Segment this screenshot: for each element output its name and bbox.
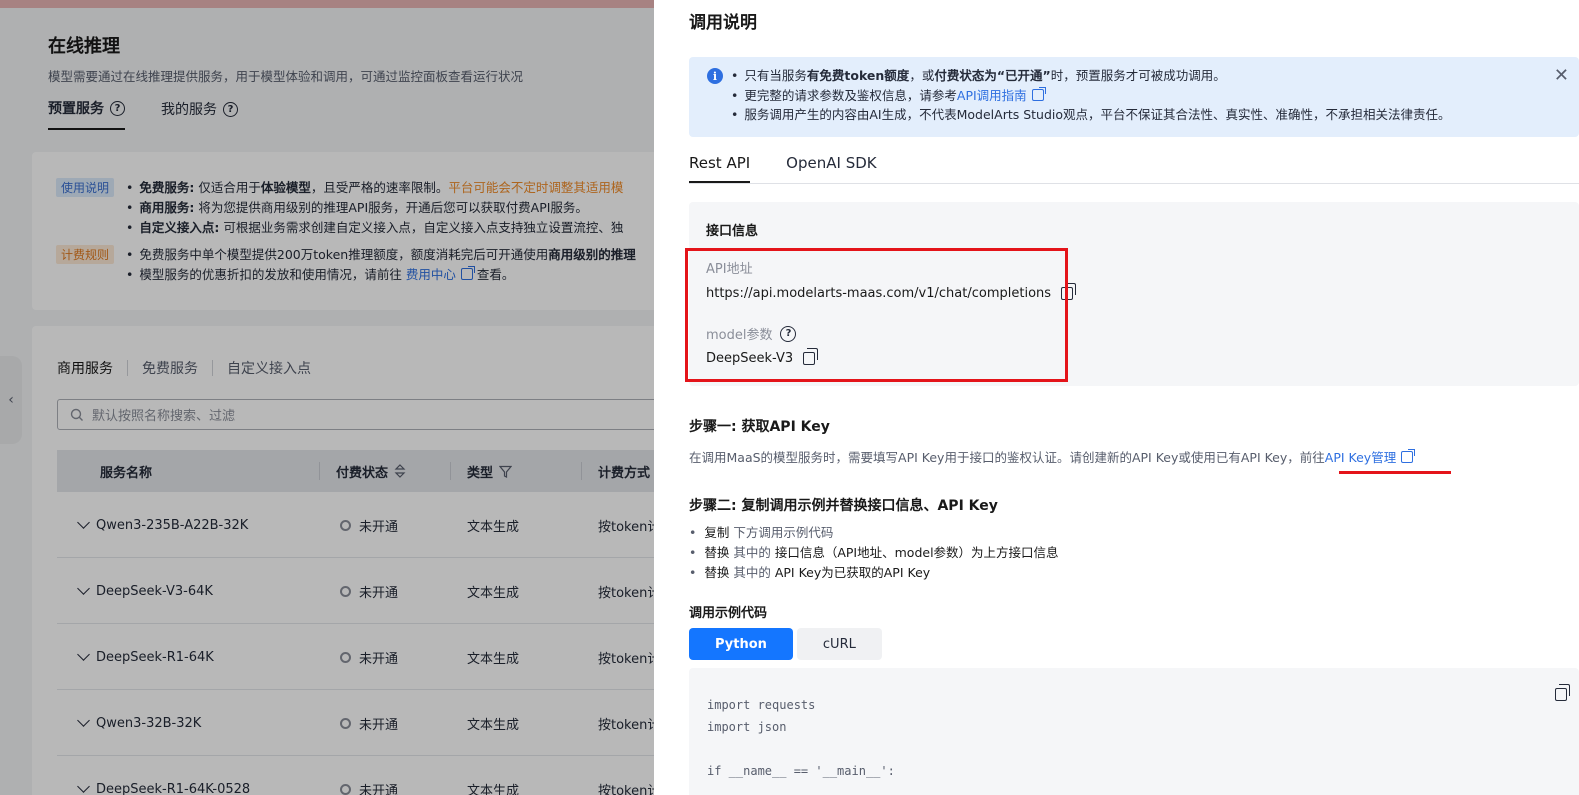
alert-item: 只有当服务有免费token额度，或付费状态为“已开通”时，预置服务才可被成功调用…: [731, 66, 1451, 86]
highlight-underline: [1339, 471, 1451, 474]
alert-item: 更完整的请求参数及鉴权信息，请参考API调用指南: [731, 86, 1451, 106]
code-line: import json: [707, 720, 787, 734]
info-icon: i: [707, 68, 723, 84]
tab-openai-sdk[interactable]: OpenAI SDK: [786, 154, 876, 183]
language-tabs: Python cURL: [689, 628, 882, 660]
api-key-management-link[interactable]: API Key管理: [1325, 450, 1396, 465]
step1-title: 步骤一: 获取API Key: [689, 419, 830, 435]
close-icon[interactable]: ✕: [1554, 65, 1569, 86]
api-guide-link[interactable]: API调用指南: [957, 88, 1027, 103]
list-item: 替换 其中的 接口信息（API地址、model参数）为上方接口信息: [689, 543, 1058, 563]
code-line: if __name__ == '__main__':: [707, 764, 895, 778]
alert-item: 服务调用产生的内容由AI生成，不代表ModelArts Studio观点，平台不…: [731, 105, 1450, 125]
external-link-icon: [1401, 449, 1416, 463]
tab-python[interactable]: Python: [689, 628, 793, 660]
modal-overlay[interactable]: [0, 0, 654, 795]
drawer-title: 调用说明: [689, 13, 757, 33]
tab-rest-api[interactable]: Rest API: [689, 154, 751, 183]
code-block[interactable]: import requests import json if __name__ …: [689, 668, 1579, 795]
interface-info-title: 接口信息: [706, 224, 759, 239]
code-example-label: 调用示例代码: [689, 606, 768, 621]
usage-drawer: 调用说明 i 只有当服务有免费token额度，或付费状态为“已开通”时，预置服务…: [654, 0, 1579, 795]
step2-title: 步骤二: 复制调用示例并替换接口信息、API Key: [689, 498, 998, 514]
tab-curl[interactable]: cURL: [796, 628, 882, 660]
step2-list: 复制 下方调用示例代码 替换 其中的 接口信息（API地址、model参数）为上…: [689, 523, 1059, 583]
api-tabs: Rest API OpenAI SDK: [689, 154, 1579, 184]
info-alert: i 只有当服务有免费token额度，或付费状态为“已开通”时，预置服务才可被成功…: [689, 57, 1579, 137]
list-item: 替换 其中的 API Key为已获取的API Key: [689, 563, 1059, 583]
code-line: import requests: [707, 698, 816, 712]
external-link-icon: [1031, 86, 1046, 101]
step1-description: 在调用MaaS的模型服务时，需要填写API Key用于接口的鉴权认证。请创建新的…: [689, 447, 1416, 466]
copy-icon[interactable]: [1555, 684, 1570, 701]
highlight-box: [685, 248, 1068, 382]
list-item: 复制 下方调用示例代码: [689, 523, 1059, 543]
